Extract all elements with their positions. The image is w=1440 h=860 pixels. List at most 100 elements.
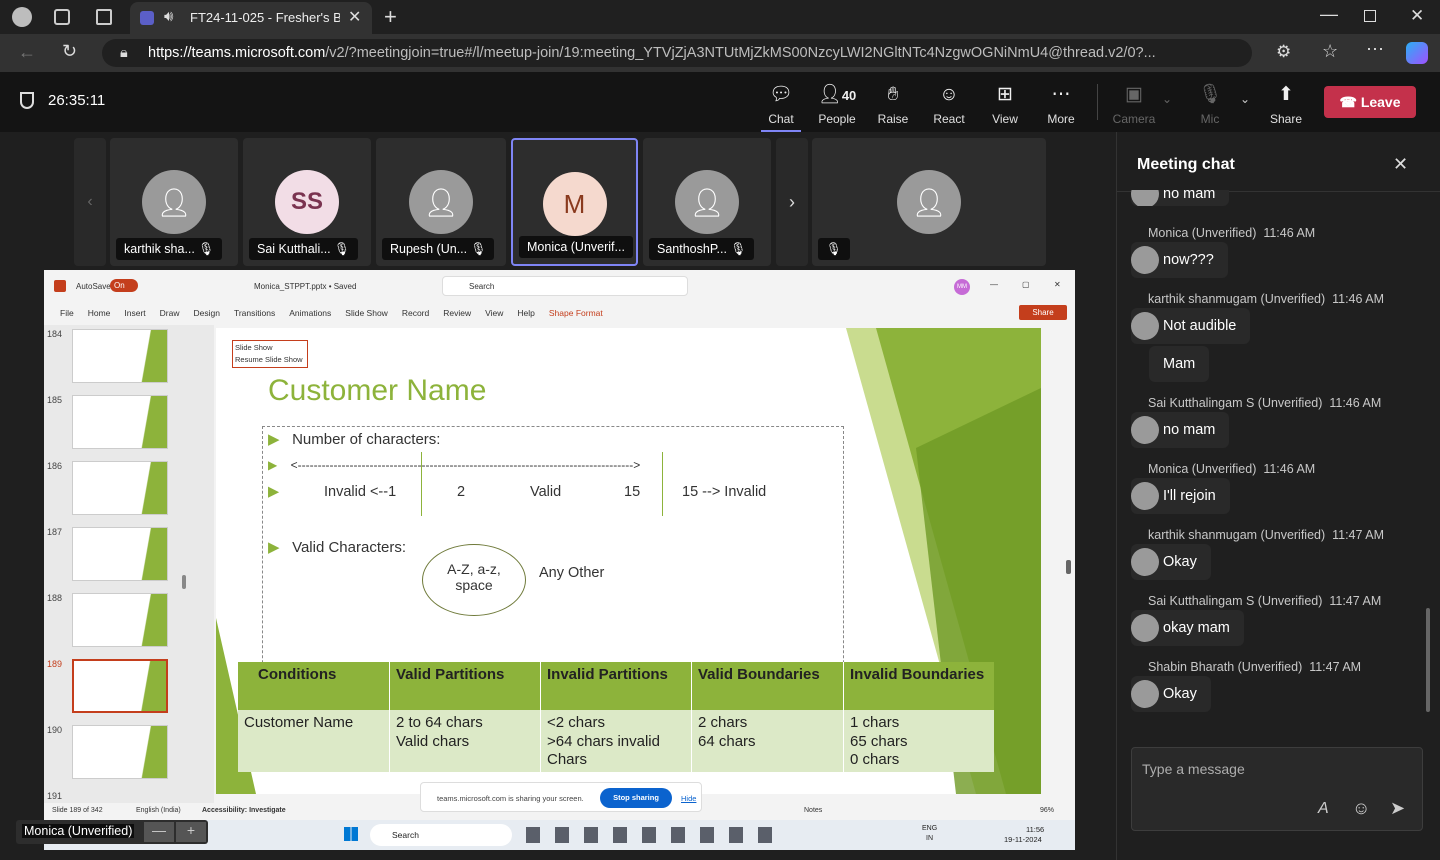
browser-tab[interactable]: 🔊︎ FT24-11-025 - Fresher's Batc ✕ [130, 2, 372, 34]
menu-design[interactable]: Design [194, 308, 220, 318]
favorites-icon[interactable]: ☆ [1322, 41, 1338, 62]
slide-thumbnail-selected[interactable] [72, 659, 168, 713]
chat-message-bubble[interactable]: Okay [1131, 544, 1211, 580]
slide-vertical-scrollbar[interactable] [1066, 560, 1071, 574]
back-icon[interactable]: ← [18, 42, 36, 63]
menu-insert[interactable]: Insert [124, 308, 145, 318]
participant-tile[interactable]: 👤︎ SanthoshP... 🎙︎ [643, 138, 771, 266]
close-chat-icon[interactable]: ✕ [1393, 154, 1408, 175]
windows-start-icon[interactable] [344, 827, 358, 841]
ppt-restore-icon[interactable]: ▢ [1022, 280, 1030, 289]
participant-tile[interactable]: 👤︎ karthik sha... 🎙︎ [110, 138, 238, 266]
menu-transitions[interactable]: Transitions [234, 308, 275, 318]
mic-button[interactable]: 🎙︎ Mic [1182, 84, 1238, 126]
pip-minimize-icon[interactable]: — [144, 822, 174, 842]
taskbar-search-box[interactable]: Search [370, 824, 512, 846]
workspaces-icon[interactable] [54, 9, 70, 25]
extension-icon[interactable]: ⚙ [1276, 42, 1291, 62]
taskbar-app-icons[interactable] [526, 827, 776, 843]
gallery-next-button[interactable]: › [776, 138, 808, 266]
accessibility-status[interactable]: Accessibility: Investigate [202, 807, 286, 814]
copilot-icon[interactable] [1406, 42, 1428, 64]
react-button[interactable]: ☺ React [921, 84, 977, 126]
notes-button[interactable]: Notes [804, 807, 822, 814]
camera-options-chevron-icon[interactable]: ⌄ [1162, 92, 1172, 106]
chat-message-bubble[interactable]: no mam [1131, 190, 1230, 206]
language-status[interactable]: English (India) [136, 807, 181, 814]
slide-title[interactable]: Customer Name [268, 374, 486, 408]
more-button[interactable]: ⋯ More [1033, 84, 1089, 126]
ppt-share-button[interactable]: Share [1019, 305, 1067, 320]
menu-animations[interactable]: Animations [289, 308, 331, 318]
menu-slideshow[interactable]: Slide Show [345, 308, 388, 318]
chat-message-bubble[interactable]: Mam [1149, 346, 1210, 382]
new-tab-icon[interactable]: + [384, 4, 397, 30]
menu-file[interactable]: File [60, 308, 74, 318]
stop-sharing-button[interactable]: Stop sharing [600, 788, 672, 808]
lock-icon[interactable]: 🔒︎ [120, 39, 128, 67]
chat-message-bubble[interactable]: okay mam [1131, 610, 1244, 646]
camera-button[interactable]: ▣ Camera [1106, 84, 1162, 126]
menu-review[interactable]: Review [443, 308, 471, 318]
slide-thumbnail[interactable] [72, 725, 168, 779]
address-bar[interactable]: 🔒︎ https://teams.microsoft.com/v2/?meeti… [102, 39, 1252, 67]
ppt-close-icon[interactable]: ✕ [1054, 280, 1061, 289]
participant-tile[interactable]: 👤︎ Rupesh (Un... 🎙︎ [376, 138, 506, 266]
slideshow-popup[interactable]: Slide Show Resume Slide Show [232, 340, 308, 368]
autosave-toggle[interactable]: On [110, 279, 138, 292]
participant-tile[interactable]: SS Sai Kutthali... 🎙︎ [243, 138, 371, 266]
chat-message-bubble[interactable]: I'll rejoin [1131, 478, 1230, 514]
tab-actions-icon[interactable] [96, 9, 112, 25]
ppt-minimize-icon[interactable]: — [990, 280, 998, 289]
menu-record[interactable]: Record [402, 308, 429, 318]
view-button[interactable]: ⊞ View [977, 84, 1033, 126]
audio-playing-icon[interactable]: 🔊︎ [164, 8, 173, 25]
message-input[interactable]: Type a message [1142, 761, 1245, 777]
keyboard-language[interactable]: ENG [922, 825, 937, 832]
share-button[interactable]: ⬆ Share [1258, 84, 1314, 126]
menu-view[interactable]: View [485, 308, 503, 318]
taskbar-clock[interactable]: 11:56 [1026, 825, 1044, 834]
raise-hand-button[interactable]: ✋︎ Raise [865, 84, 921, 126]
emoji-icon[interactable]: ☺ [1352, 798, 1370, 819]
chat-message-bubble[interactable]: no mam [1131, 412, 1230, 448]
chat-message-bubble[interactable]: Okay [1131, 676, 1211, 712]
zoom-level[interactable]: 96% [1040, 807, 1054, 814]
slide-thumbnail[interactable] [72, 527, 168, 581]
self-video-tile[interactable]: 👤︎ 🎙︎ [812, 138, 1046, 266]
leave-button[interactable]: ☎ Leave [1324, 86, 1416, 118]
self-view-pip[interactable]: Monica (Unverified) — + [16, 820, 208, 844]
menu-shape-format[interactable]: Shape Format [549, 308, 603, 318]
close-window-icon[interactable]: ✕ [1410, 6, 1424, 26]
resume-slideshow-link[interactable]: Resume Slide Show [235, 355, 305, 364]
gallery-prev-button[interactable]: ‹ [74, 138, 106, 266]
ppt-search-box[interactable]: Search [442, 276, 688, 296]
format-text-icon[interactable]: A [1318, 800, 1329, 818]
refresh-icon[interactable]: ↻ [62, 41, 77, 62]
chat-scrollbar[interactable] [1426, 608, 1430, 712]
mic-options-chevron-icon[interactable]: ⌄ [1240, 92, 1250, 106]
chat-message-bubble[interactable]: Not audible [1131, 308, 1251, 344]
people-button[interactable]: 👤︎40 People [809, 84, 865, 126]
message-compose-box[interactable]: Type a message A ☺ ➤ [1131, 747, 1423, 831]
profile-icon[interactable] [12, 7, 32, 27]
menu-draw[interactable]: Draw [160, 308, 180, 318]
more-menu-icon[interactable]: ⋯ [1366, 39, 1384, 60]
menu-home[interactable]: Home [88, 308, 111, 318]
pip-expand-icon[interactable]: + [176, 822, 206, 842]
chat-message-bubble[interactable]: now??? [1131, 242, 1228, 278]
menu-help[interactable]: Help [517, 308, 534, 318]
slide-thumbnail[interactable] [72, 461, 168, 515]
slide-thumbnail[interactable] [72, 593, 168, 647]
user-avatar[interactable]: MM [954, 279, 970, 295]
close-tab-icon[interactable]: ✕ [348, 7, 361, 27]
restore-icon[interactable] [1364, 10, 1376, 22]
participant-tile-speaking[interactable]: M Monica (Unverif... [511, 138, 638, 266]
slide-thumbnail[interactable] [72, 329, 168, 383]
chat-button[interactable]: 💬︎ Chat [753, 84, 809, 133]
slide-thumbnail[interactable] [72, 395, 168, 449]
send-icon[interactable]: ➤ [1390, 798, 1405, 819]
minimize-icon[interactable]: — [1320, 4, 1338, 25]
hide-banner-link[interactable]: Hide [681, 794, 696, 803]
thumbnail-scrollbar[interactable] [182, 575, 186, 589]
